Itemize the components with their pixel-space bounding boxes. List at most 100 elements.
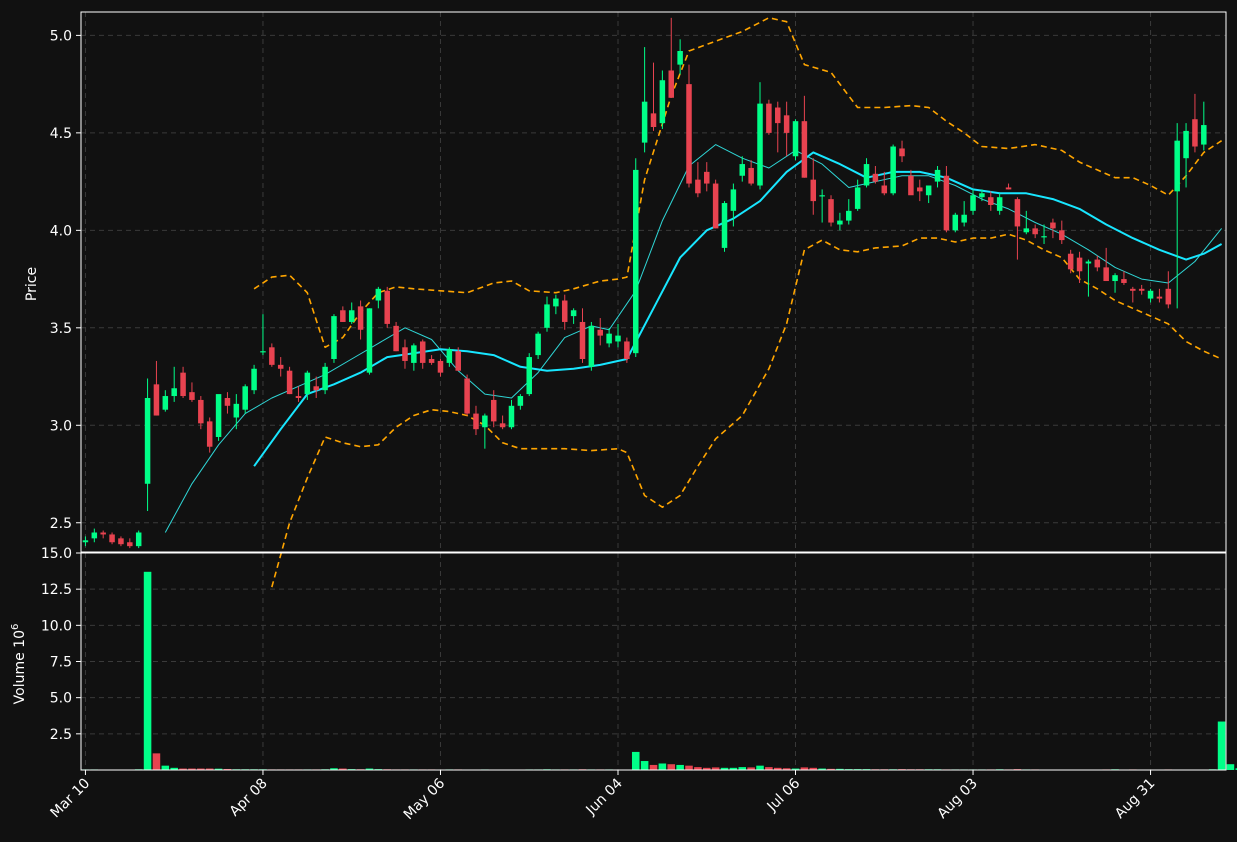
volume-bar <box>649 764 658 770</box>
candle-body <box>597 329 603 336</box>
candle-body <box>1059 230 1065 241</box>
candle-body <box>934 169 941 182</box>
candle-body <box>730 189 737 211</box>
candle-body <box>1014 199 1021 227</box>
candle-body <box>340 310 346 322</box>
candle-body <box>854 187 861 209</box>
volume-y-tick-label: 7.5 <box>50 655 72 671</box>
volume-bar <box>152 753 161 770</box>
candle-body <box>996 197 1003 211</box>
candle-body <box>357 306 364 330</box>
candle-body <box>881 185 888 194</box>
candle-body <box>1032 228 1038 235</box>
candle-body <box>428 359 435 363</box>
candle-body <box>1085 261 1092 264</box>
candle-body <box>819 195 825 197</box>
candle-body <box>792 121 799 157</box>
candle-body <box>118 538 124 545</box>
candle-body <box>304 372 311 395</box>
candle-body <box>419 341 426 363</box>
volume-label-exponent: 6 <box>10 624 21 630</box>
candle-body <box>659 80 666 124</box>
candle-body <box>1147 290 1154 299</box>
volume-bar <box>676 764 684 770</box>
candle-body <box>375 288 382 301</box>
price-y-tick-label: 4.0 <box>50 223 72 239</box>
candle-body <box>624 341 630 360</box>
candle-body <box>455 351 461 371</box>
candle-body <box>1067 253 1074 270</box>
candle-body <box>393 325 399 352</box>
stock-chart: 2.5 3.0 3.5 4.0 4.5 5.0 Price 2.5 5.0 7.5 10.0 12… <box>0 0 1237 842</box>
candle-body <box>295 396 302 398</box>
candle-body <box>313 386 319 391</box>
candle-body <box>215 394 222 437</box>
candle-body <box>1050 222 1056 229</box>
candle-body <box>943 175 950 231</box>
volume-y-axis-label: Volume 106 <box>10 624 28 705</box>
price-y-tick-label: 2.5 <box>50 516 72 532</box>
candle-body <box>570 310 577 317</box>
candle-body <box>988 197 994 205</box>
volume-y-tick-label: 5.0 <box>50 691 72 707</box>
candle-body <box>1156 296 1163 299</box>
candle-body <box>810 179 817 202</box>
candle-body <box>1076 257 1083 272</box>
candle-body <box>801 121 808 178</box>
candle-body <box>686 84 692 184</box>
candle-body <box>233 403 240 418</box>
volume-bar <box>640 761 649 770</box>
price-y-tick-label: 4.5 <box>50 126 72 142</box>
candle-body <box>517 396 524 406</box>
candle-body <box>783 115 790 133</box>
candle-body <box>100 532 106 535</box>
candle-body <box>606 333 612 344</box>
candle-body <box>198 399 204 424</box>
candle-body <box>277 364 284 369</box>
candle-body <box>908 175 914 196</box>
candle-body <box>748 167 754 184</box>
candle-body <box>1174 140 1180 192</box>
candle-body <box>473 413 479 430</box>
candle-body <box>712 183 719 229</box>
candle-body <box>180 372 186 397</box>
candle-body <box>917 187 923 192</box>
volume-bar <box>631 751 640 770</box>
candle-body <box>322 366 328 391</box>
candle-body <box>668 70 675 98</box>
candle-body <box>615 335 621 342</box>
candle-body <box>482 415 488 428</box>
candle-body <box>109 534 115 543</box>
candle-body <box>526 357 532 395</box>
candle-body <box>162 396 169 410</box>
candle-body <box>189 392 195 400</box>
chart-background <box>0 0 1237 842</box>
candle-body <box>632 169 639 354</box>
candle-body <box>153 384 160 416</box>
candle-body <box>695 179 701 194</box>
volume-bar <box>161 765 170 770</box>
candle-body <box>224 397 231 406</box>
candle-body <box>979 193 985 198</box>
volume-y-tick-label: 2.5 <box>50 727 72 743</box>
candle-body <box>348 310 355 322</box>
candle-body <box>588 325 595 367</box>
candle-body <box>1103 267 1109 282</box>
volume-bar <box>658 763 667 770</box>
candle-body <box>269 347 275 365</box>
candle-body <box>952 214 959 231</box>
candle-body <box>206 421 213 447</box>
candle-body <box>135 532 142 547</box>
candle-body <box>464 378 470 414</box>
candle-body <box>366 308 373 373</box>
volume-bar <box>667 764 676 770</box>
candle-body <box>890 146 896 194</box>
candle-body <box>171 388 177 397</box>
candle-body <box>82 540 89 543</box>
price-y-axis-label: Price <box>24 267 40 301</box>
candle-body <box>1121 279 1127 283</box>
candle-body <box>544 304 550 328</box>
candle-body <box>1138 288 1145 291</box>
volume-y-tick-label: 12.5 <box>41 582 72 598</box>
candle-body <box>535 333 541 356</box>
